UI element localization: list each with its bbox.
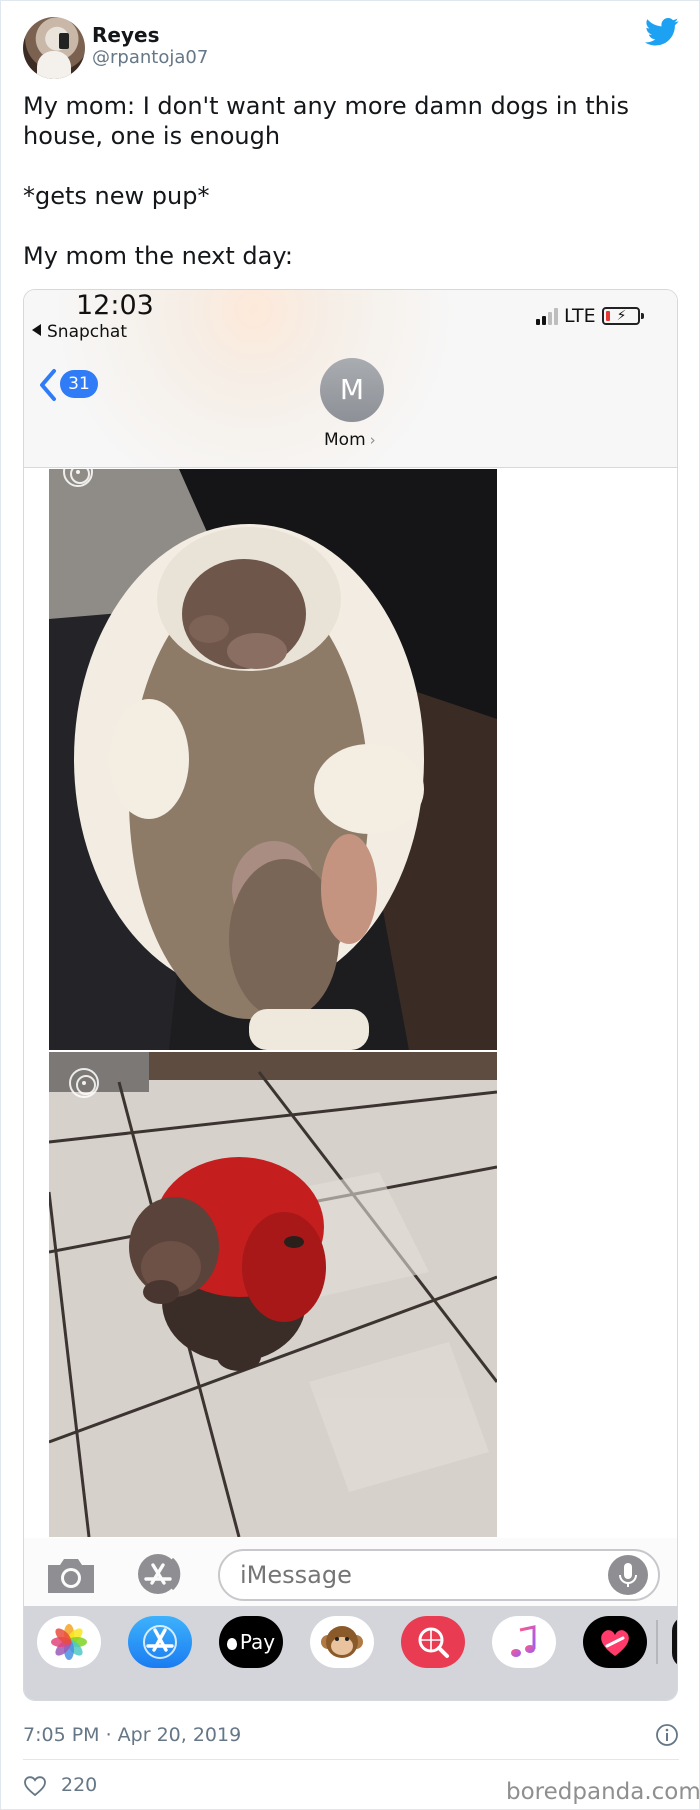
puppy-photo-red-hoodie bbox=[49, 1052, 497, 1537]
apple-logo-icon bbox=[226, 1638, 237, 1650]
watermark-text: boredpanda.com bbox=[506, 1779, 700, 1805]
tweet-line: My mom the next day: bbox=[23, 242, 293, 270]
contact-avatar: M bbox=[320, 358, 384, 422]
camera-icon[interactable] bbox=[44, 1555, 98, 1595]
apple-pay-icon[interactable]: Pay bbox=[219, 1616, 283, 1668]
back-triangle-icon bbox=[32, 324, 41, 336]
battery-icon: ⚡ bbox=[601, 307, 644, 325]
microphone-button[interactable] bbox=[608, 1555, 648, 1595]
info-icon[interactable] bbox=[655, 1723, 679, 1747]
chevron-right-icon: › bbox=[369, 431, 376, 449]
globe-search-icon[interactable] bbox=[401, 1616, 465, 1668]
author-handle[interactable]: @rpantoja07 bbox=[92, 47, 208, 68]
tray-more-app[interactable] bbox=[672, 1616, 677, 1668]
contact-name: Mom › bbox=[324, 430, 376, 450]
messages-header: 12:03 Snapchat LTE ⚡ 31 M Mom › bbox=[24, 290, 677, 468]
appstore-icon[interactable] bbox=[128, 1616, 192, 1668]
twitter-bird-icon[interactable] bbox=[645, 17, 679, 47]
tweet-card: Reyes @rpantoja07 My mom: I don't want a… bbox=[0, 0, 700, 1810]
tweet-text: My mom: I don't want any more damn dogs … bbox=[23, 91, 683, 271]
tweet-line: *gets new pup* bbox=[23, 182, 210, 210]
heart-icon[interactable] bbox=[23, 1775, 47, 1797]
heart-touch-icon[interactable] bbox=[583, 1616, 647, 1668]
music-note-icon[interactable] bbox=[492, 1616, 556, 1668]
signal-icon bbox=[536, 307, 558, 325]
author-name[interactable]: Reyes bbox=[92, 23, 159, 47]
embedded-screenshot[interactable]: 12:03 Snapchat LTE ⚡ 31 M Mom › iMessage… bbox=[23, 289, 678, 1701]
status-time: 12:03 bbox=[76, 290, 154, 321]
app-store-icon[interactable] bbox=[132, 1551, 188, 1597]
photos-icon[interactable] bbox=[37, 1616, 101, 1668]
imessage-app-tray: Pay bbox=[24, 1606, 677, 1700]
network-label: LTE bbox=[564, 305, 596, 327]
tray-divider bbox=[656, 1620, 658, 1664]
back-to-app-link: Snapchat bbox=[32, 322, 127, 342]
live-photo-icon bbox=[69, 1068, 99, 1098]
chevron-left-icon bbox=[40, 369, 56, 401]
like-count: 220 bbox=[61, 1774, 98, 1796]
back-app-label: Snapchat bbox=[47, 322, 127, 342]
puppy-photo-hoodie bbox=[49, 469, 497, 1050]
unread-count-badge: 31 bbox=[60, 370, 98, 398]
apple-pay-label: Pay bbox=[239, 1630, 276, 1654]
microphone-icon bbox=[619, 1563, 637, 1587]
author-avatar[interactable] bbox=[23, 17, 85, 79]
footer-divider bbox=[23, 1759, 679, 1760]
compose-bar bbox=[24, 1538, 677, 1606]
monkey-icon[interactable] bbox=[310, 1616, 374, 1668]
tweet-timestamp[interactable]: 7:05 PM · Apr 20, 2019 bbox=[23, 1724, 241, 1746]
tweet-line: My mom: I don't want any more damn dogs … bbox=[23, 92, 630, 150]
imessage-input[interactable] bbox=[218, 1549, 660, 1601]
status-icons: LTE ⚡ bbox=[536, 304, 644, 328]
contact-name-label: Mom bbox=[324, 430, 366, 450]
